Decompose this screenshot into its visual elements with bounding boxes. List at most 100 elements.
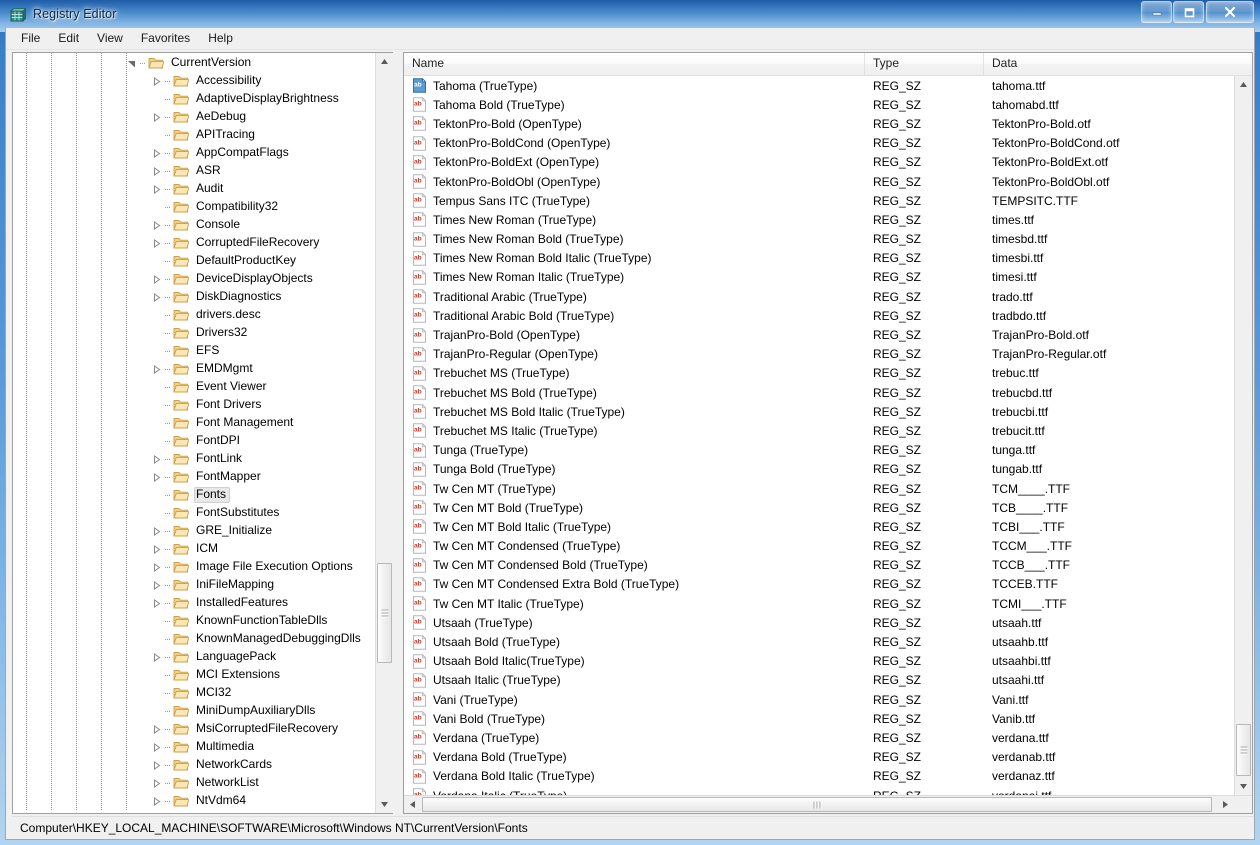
expand-arrow-collapsed-icon[interactable] xyxy=(148,454,164,464)
close-button[interactable] xyxy=(1206,1,1254,23)
tree-node-emdmgmt[interactable]: EMDMgmt xyxy=(13,360,375,378)
expand-arrow-collapsed-icon[interactable] xyxy=(148,274,164,284)
title-bar[interactable]: Registry Editor xyxy=(0,0,1260,28)
table-row[interactable]: ab Times New Roman Bold (TrueType) REG_SZ t… xyxy=(404,230,1252,249)
expand-arrow-expanded-icon[interactable] xyxy=(123,59,139,68)
tree-node-console[interactable]: Console xyxy=(13,216,375,234)
table-row[interactable]: ab Trebuchet MS (TrueType) REG_SZ trebuc.tt… xyxy=(404,364,1252,383)
maximize-button[interactable] xyxy=(1173,1,1204,23)
list-hscroll-thumb[interactable] xyxy=(422,797,1212,812)
tree-node-aedebug[interactable]: AeDebug xyxy=(13,108,375,126)
list-scroll-left-button[interactable] xyxy=(404,796,421,813)
expand-arrow-collapsed-icon[interactable] xyxy=(148,166,164,176)
menu-file[interactable]: File xyxy=(12,29,49,48)
table-row[interactable]: ab TrajanPro-Regular (OpenType) REG_SZ Traj… xyxy=(404,345,1252,364)
table-row[interactable]: ab Tw Cen MT Condensed (TrueType) REG_SZ TC… xyxy=(404,537,1252,556)
table-row[interactable]: ab Vani Bold (TrueType) REG_SZ Vanib.ttf xyxy=(404,709,1252,728)
tree-node-currentversion[interactable]: CurrentVersion xyxy=(13,54,375,72)
tree-node-fonts[interactable]: Fonts xyxy=(13,486,375,504)
expand-arrow-collapsed-icon[interactable] xyxy=(148,292,164,302)
table-row[interactable]: ab Tunga (TrueType) REG_SZ tunga.ttf xyxy=(404,441,1252,460)
list-scroll-right-button[interactable] xyxy=(1217,796,1234,813)
tree-node-fontdpi[interactable]: FontDPI xyxy=(13,432,375,450)
tree-node-inifilemapping[interactable]: IniFileMapping xyxy=(13,576,375,594)
column-header-data[interactable]: Data xyxy=(984,53,1252,75)
tree-node-font-drivers[interactable]: Font Drivers xyxy=(13,396,375,414)
table-row[interactable]: ab Verdana Bold (TrueType) REG_SZ verdanab.… xyxy=(404,748,1252,767)
tree-node-efs[interactable]: EFS xyxy=(13,342,375,360)
list-horizontal-scrollbar[interactable] xyxy=(404,795,1252,813)
tree-node-compatibility32[interactable]: Compatibility32 xyxy=(13,198,375,216)
table-row[interactable]: ab Tw Cen MT Condensed Bold (TrueType) REG… xyxy=(404,556,1252,575)
expand-arrow-collapsed-icon[interactable] xyxy=(148,220,164,230)
tree-vertical-scrollbar[interactable] xyxy=(375,53,393,813)
list-scroll-down-button[interactable] xyxy=(1235,778,1252,795)
tree-node-accessibility[interactable]: Accessibility xyxy=(13,72,375,90)
table-row[interactable]: ab Trebuchet MS Italic (TrueType) REG_SZ tr… xyxy=(404,421,1252,440)
table-row[interactable]: ab Verdana (TrueType) REG_SZ verdana.ttf xyxy=(404,728,1252,747)
tree-node-installedfeatures[interactable]: InstalledFeatures xyxy=(13,594,375,612)
table-row[interactable]: ab Trebuchet MS Bold (TrueType) REG_SZ treb… xyxy=(404,383,1252,402)
tree-node-multimedia[interactable]: Multimedia xyxy=(13,738,375,756)
menu-view[interactable]: View xyxy=(88,29,132,48)
tree-node-devicedisplayobjects[interactable]: DeviceDisplayObjects xyxy=(13,270,375,288)
tree-node-drivers-desc[interactable]: drivers.desc xyxy=(13,306,375,324)
table-row[interactable]: ab Tunga Bold (TrueType) REG_SZ tungab.ttf xyxy=(404,460,1252,479)
expand-arrow-collapsed-icon[interactable] xyxy=(148,760,164,770)
table-row[interactable]: ab TektonPro-BoldExt (OpenType) REG_SZ Tekt… xyxy=(404,153,1252,172)
tree-node-asr[interactable]: ASR xyxy=(13,162,375,180)
table-row[interactable]: ab TrajanPro-Bold (OpenType) REG_SZ TrajanP… xyxy=(404,325,1252,344)
tree-node-mci-extensions[interactable]: MCI Extensions xyxy=(13,666,375,684)
list-scroll-up-button[interactable] xyxy=(1235,76,1252,93)
table-row[interactable]: ab Traditional Arabic (TrueType) REG_SZ tra… xyxy=(404,287,1252,306)
tree-node-drivers32[interactable]: Drivers32 xyxy=(13,324,375,342)
tree-node-languagepack[interactable]: LanguagePack xyxy=(13,648,375,666)
tree-node-font-management[interactable]: Font Management xyxy=(13,414,375,432)
table-row[interactable]: ab Tw Cen MT Bold (TrueType) REG_SZ TCB____… xyxy=(404,498,1252,517)
expand-arrow-collapsed-icon[interactable] xyxy=(148,112,164,122)
table-row[interactable]: ab Traditional Arabic Bold (TrueType) REG_… xyxy=(404,306,1252,325)
table-row[interactable]: ab Utsaah Bold Italic(TrueType) REG_SZ utsa… xyxy=(404,652,1252,671)
tree-node-apitracing[interactable]: APITracing xyxy=(13,126,375,144)
table-row[interactable]: ab Utsaah Bold (TrueType) REG_SZ utsaahb.tt… xyxy=(404,632,1252,651)
table-row[interactable]: ab Tw Cen MT (TrueType) REG_SZ TCM____.TTF xyxy=(404,479,1252,498)
expand-arrow-collapsed-icon[interactable] xyxy=(148,724,164,734)
expand-arrow-collapsed-icon[interactable] xyxy=(148,562,164,572)
tree-node-gre-initialize[interactable]: GRE_Initialize xyxy=(13,522,375,540)
tree-scroll-down-button[interactable] xyxy=(376,796,393,813)
tree-node-corruptedfilerecovery[interactable]: CorruptedFileRecovery xyxy=(13,234,375,252)
tree-node-fontlink[interactable]: FontLink xyxy=(13,450,375,468)
table-row[interactable]: ab Tahoma (TrueType) REG_SZ tahoma.ttf xyxy=(404,76,1252,95)
column-header-name[interactable]: Name xyxy=(404,53,865,75)
table-row[interactable]: ab Trebuchet MS Bold Italic (TrueType) REG… xyxy=(404,402,1252,421)
expand-arrow-collapsed-icon[interactable] xyxy=(148,652,164,662)
table-row[interactable]: ab Tw Cen MT Condensed Extra Bold (TrueTy… xyxy=(404,575,1252,594)
tree-node-knownfunctiontabledlls[interactable]: KnownFunctionTableDlls xyxy=(13,612,375,630)
expand-arrow-collapsed-icon[interactable] xyxy=(148,472,164,482)
expand-arrow-collapsed-icon[interactable] xyxy=(148,544,164,554)
table-row[interactable]: ab Vani (TrueType) REG_SZ Vani.ttf xyxy=(404,690,1252,709)
minimize-button[interactable] xyxy=(1141,1,1172,23)
tree-node-ntvdm64[interactable]: NtVdm64 xyxy=(13,792,375,810)
tree-node-icm[interactable]: ICM xyxy=(13,540,375,558)
table-row[interactable]: ab Verdana Bold Italic (TrueType) REG_SZ ve… xyxy=(404,767,1252,786)
tree-node-mci32[interactable]: MCI32 xyxy=(13,684,375,702)
expand-arrow-collapsed-icon[interactable] xyxy=(148,238,164,248)
table-row[interactable]: ab Times New Roman (TrueType) REG_SZ times.… xyxy=(404,210,1252,229)
expand-arrow-collapsed-icon[interactable] xyxy=(148,742,164,752)
expand-arrow-collapsed-icon[interactable] xyxy=(148,526,164,536)
column-header-type[interactable]: Type xyxy=(865,53,984,75)
expand-arrow-collapsed-icon[interactable] xyxy=(148,76,164,86)
tree-node-event-viewer[interactable]: Event Viewer xyxy=(13,378,375,396)
menu-edit[interactable]: Edit xyxy=(49,29,88,48)
table-row[interactable]: ab TektonPro-BoldObl (OpenType) REG_SZ Tekt… xyxy=(404,172,1252,191)
table-row[interactable]: ab TektonPro-BoldCond (OpenType) REG_SZ Tek… xyxy=(404,134,1252,153)
tree-node-audit[interactable]: Audit xyxy=(13,180,375,198)
list-scroll-thumb[interactable] xyxy=(1236,724,1251,776)
registry-values-list[interactable]: ab Tahoma (TrueType) REG_SZ tahoma.ttf ab Tah… xyxy=(404,76,1252,795)
list-vertical-scrollbar[interactable] xyxy=(1234,76,1252,795)
tree-node-appcompatflags[interactable]: AppCompatFlags xyxy=(13,144,375,162)
table-row[interactable]: ab Times New Roman Bold Italic (TrueType)… xyxy=(404,249,1252,268)
tree-node-knownmanageddebuggingdlls[interactable]: KnownManagedDebuggingDlls xyxy=(13,630,375,648)
expand-arrow-collapsed-icon[interactable] xyxy=(148,364,164,374)
